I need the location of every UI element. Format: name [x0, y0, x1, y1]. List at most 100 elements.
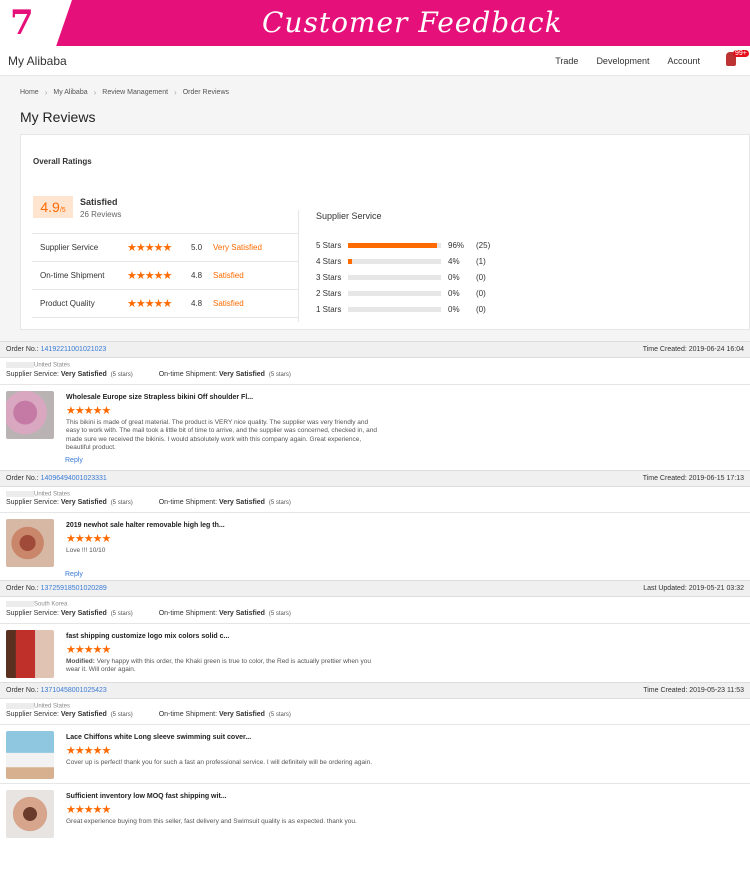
product-title[interactable]: Sufficient inventory low MOQ fast shippi…: [66, 793, 381, 800]
review-item: 2019 newhot sale halter removable high l…: [0, 513, 750, 571]
product-title[interactable]: Lace Chiffons white Long sleeve swimming…: [66, 734, 381, 741]
rating-desc: Satisfied: [213, 271, 244, 280]
overall-score: 4.9/5: [33, 196, 73, 218]
bar-percent: 0%: [448, 272, 460, 282]
order-number-link[interactable]: 14192211001021023: [41, 346, 107, 353]
review-comment: Cover up is perfect! thank you for such …: [66, 759, 373, 767]
review-comment: Love !!! 10/10: [66, 547, 106, 555]
buyer-info: South Korea: [0, 597, 750, 608]
order-block: Order No.: 13710458001025423 Time Create…: [0, 681, 750, 843]
reply-link[interactable]: Reply: [0, 571, 750, 580]
nav-trade[interactable]: Trade: [555, 56, 578, 66]
order-label: Order No.:: [6, 686, 39, 694]
review-item: Lace Chiffons white Long sleeve swimming…: [0, 725, 750, 785]
review-item: Wholesale Europe size Strapless bikini O…: [0, 385, 750, 457]
service-label: Supplier Service:: [6, 370, 59, 378]
bar-row-4: 4 Stars 4% (1): [316, 253, 500, 269]
product-thumbnail[interactable]: [6, 731, 54, 780]
review-comment: Modified: Very happy with this order, th…: [66, 658, 381, 675]
product-thumbnail[interactable]: [6, 629, 54, 678]
order-time: Time Created: 2019-06-15 17:13: [642, 474, 744, 482]
nav-menu: Trade Development Account 99+: [555, 49, 749, 70]
buyer-name-redacted: [6, 490, 34, 497]
service-ratings: Supplier Service: Very Satisfied (5 star…: [0, 369, 750, 385]
product-title[interactable]: 2019 newhot sale halter removable high l…: [66, 522, 381, 529]
supplier-service-heading: Supplier Service: [316, 211, 382, 221]
rating-label: Supplier Service: [40, 243, 99, 252]
star-rating-icon: ★★★★★: [66, 643, 111, 656]
bar-label: 2 Stars: [316, 288, 342, 298]
bar-row-3: 3 Stars 0% (0): [316, 269, 500, 285]
bar-count: (0): [476, 272, 486, 282]
breadcrumb-my-alibaba[interactable]: My Alibaba: [53, 89, 87, 96]
overall-ratings-panel: Overall Ratings 4.9/5 Satisfied 26 Revie…: [20, 134, 750, 330]
order-label: Order No.:: [6, 346, 39, 353]
star-rating-icon: ★★★★★: [127, 298, 172, 310]
order-number-link[interactable]: 14096494001023331: [41, 475, 107, 482]
service-stars: (5 stars): [110, 371, 133, 378]
buyer-name-redacted: [6, 702, 34, 709]
buyer-country: South Korea: [34, 601, 68, 608]
step-number: 7: [10, 3, 34, 43]
chevron-right-icon: ›: [174, 88, 177, 97]
service-ratings: Supplier Service: Very Satisfied (5 star…: [0, 709, 750, 726]
step-number-badge: 7: [0, 0, 72, 46]
order-number-link[interactable]: 13725918501020289: [41, 585, 107, 592]
order-label: Order No.:: [6, 474, 39, 482]
review-count: 26 Reviews: [80, 210, 122, 219]
product-title[interactable]: fast shipping customize logo mix colors …: [66, 633, 381, 640]
chevron-right-icon: ›: [44, 88, 48, 97]
comment-text: Very happy with this order, the Khaki gr…: [66, 657, 371, 674]
bar-fill: [348, 258, 352, 264]
rating-value: 4.8: [191, 271, 203, 280]
breadcrumb-home[interactable]: Home: [20, 89, 39, 96]
promo-banner: 7 Customer Feedback: [0, 0, 750, 46]
rating-desc: Very Satisfied: [213, 243, 262, 252]
star-rating-icon: ★★★★★: [66, 804, 111, 817]
score-value: 4.9: [40, 199, 60, 215]
service-value: Very Satisfied: [60, 499, 107, 507]
messages-icon[interactable]: 99+: [726, 49, 749, 70]
rating-row-shipment: On-time Shipment ★★★★★ 4.8 Satisfied: [32, 262, 298, 290]
review-comment: Great experience buying from this seller…: [66, 818, 357, 826]
breadcrumb-review-management[interactable]: Review Management: [102, 89, 168, 96]
bar-count: (25): [476, 240, 491, 250]
overall-ratings-heading: Overall Ratings: [33, 157, 92, 166]
order-number-link[interactable]: 13710458001025423: [41, 687, 107, 694]
buyer-country: United States: [34, 491, 71, 498]
buyer-country: United States: [34, 362, 71, 369]
nav-account[interactable]: Account: [667, 56, 700, 66]
buyer-info: United States: [0, 487, 750, 498]
rating-label: On-time Shipment: [40, 271, 105, 280]
breadcrumb-order-reviews: Order Reviews: [182, 89, 230, 96]
shipment-label: On-time Shipment:: [158, 499, 218, 507]
page-title: My Reviews: [20, 109, 96, 125]
order-header: Order No.: 13725918501020289 Last Update…: [0, 580, 750, 598]
star-rating-icon: ★★★★★: [66, 533, 111, 546]
order-time: Time Created: 2019-05-23 11:53: [643, 686, 744, 694]
bar-label: 4 Stars: [316, 256, 342, 266]
reply-link[interactable]: Reply: [0, 457, 750, 470]
shipment-label: On-time Shipment:: [158, 370, 218, 378]
star-distribution: 5 Stars 96% (25) 4 Stars 4% (1) 3 Stars 0% (0)…: [316, 237, 500, 317]
shipment-label: On-time Shipment:: [158, 609, 218, 617]
product-title[interactable]: Wholesale Europe size Strapless bikini O…: [66, 394, 381, 401]
star-rating-icon: ★★★★★: [127, 270, 172, 282]
shipment-stars: (5 stars): [268, 610, 291, 617]
score-max: /5: [59, 207, 66, 214]
bar-row-2: 2 Stars 0% (0): [316, 285, 500, 301]
banner-title: Customer Feedback: [262, 6, 563, 39]
service-value: Very Satisfied: [60, 609, 107, 617]
rating-value: 5.0: [191, 243, 203, 252]
bar-label: 5 Stars: [316, 240, 342, 250]
brand-logo[interactable]: My Alibaba: [8, 54, 67, 68]
product-thumbnail[interactable]: [6, 390, 54, 439]
service-stars: (5 stars): [110, 610, 133, 617]
rating-row-supplier-service: Supplier Service ★★★★★ 5.0 Very Satisfie…: [32, 234, 298, 262]
buyer-country: United States: [34, 703, 71, 710]
bar-percent: 0%: [448, 304, 460, 314]
nav-development[interactable]: Development: [596, 56, 649, 66]
bar-percent: 96%: [448, 240, 465, 250]
product-thumbnail[interactable]: [6, 790, 54, 839]
product-thumbnail[interactable]: [6, 519, 54, 568]
